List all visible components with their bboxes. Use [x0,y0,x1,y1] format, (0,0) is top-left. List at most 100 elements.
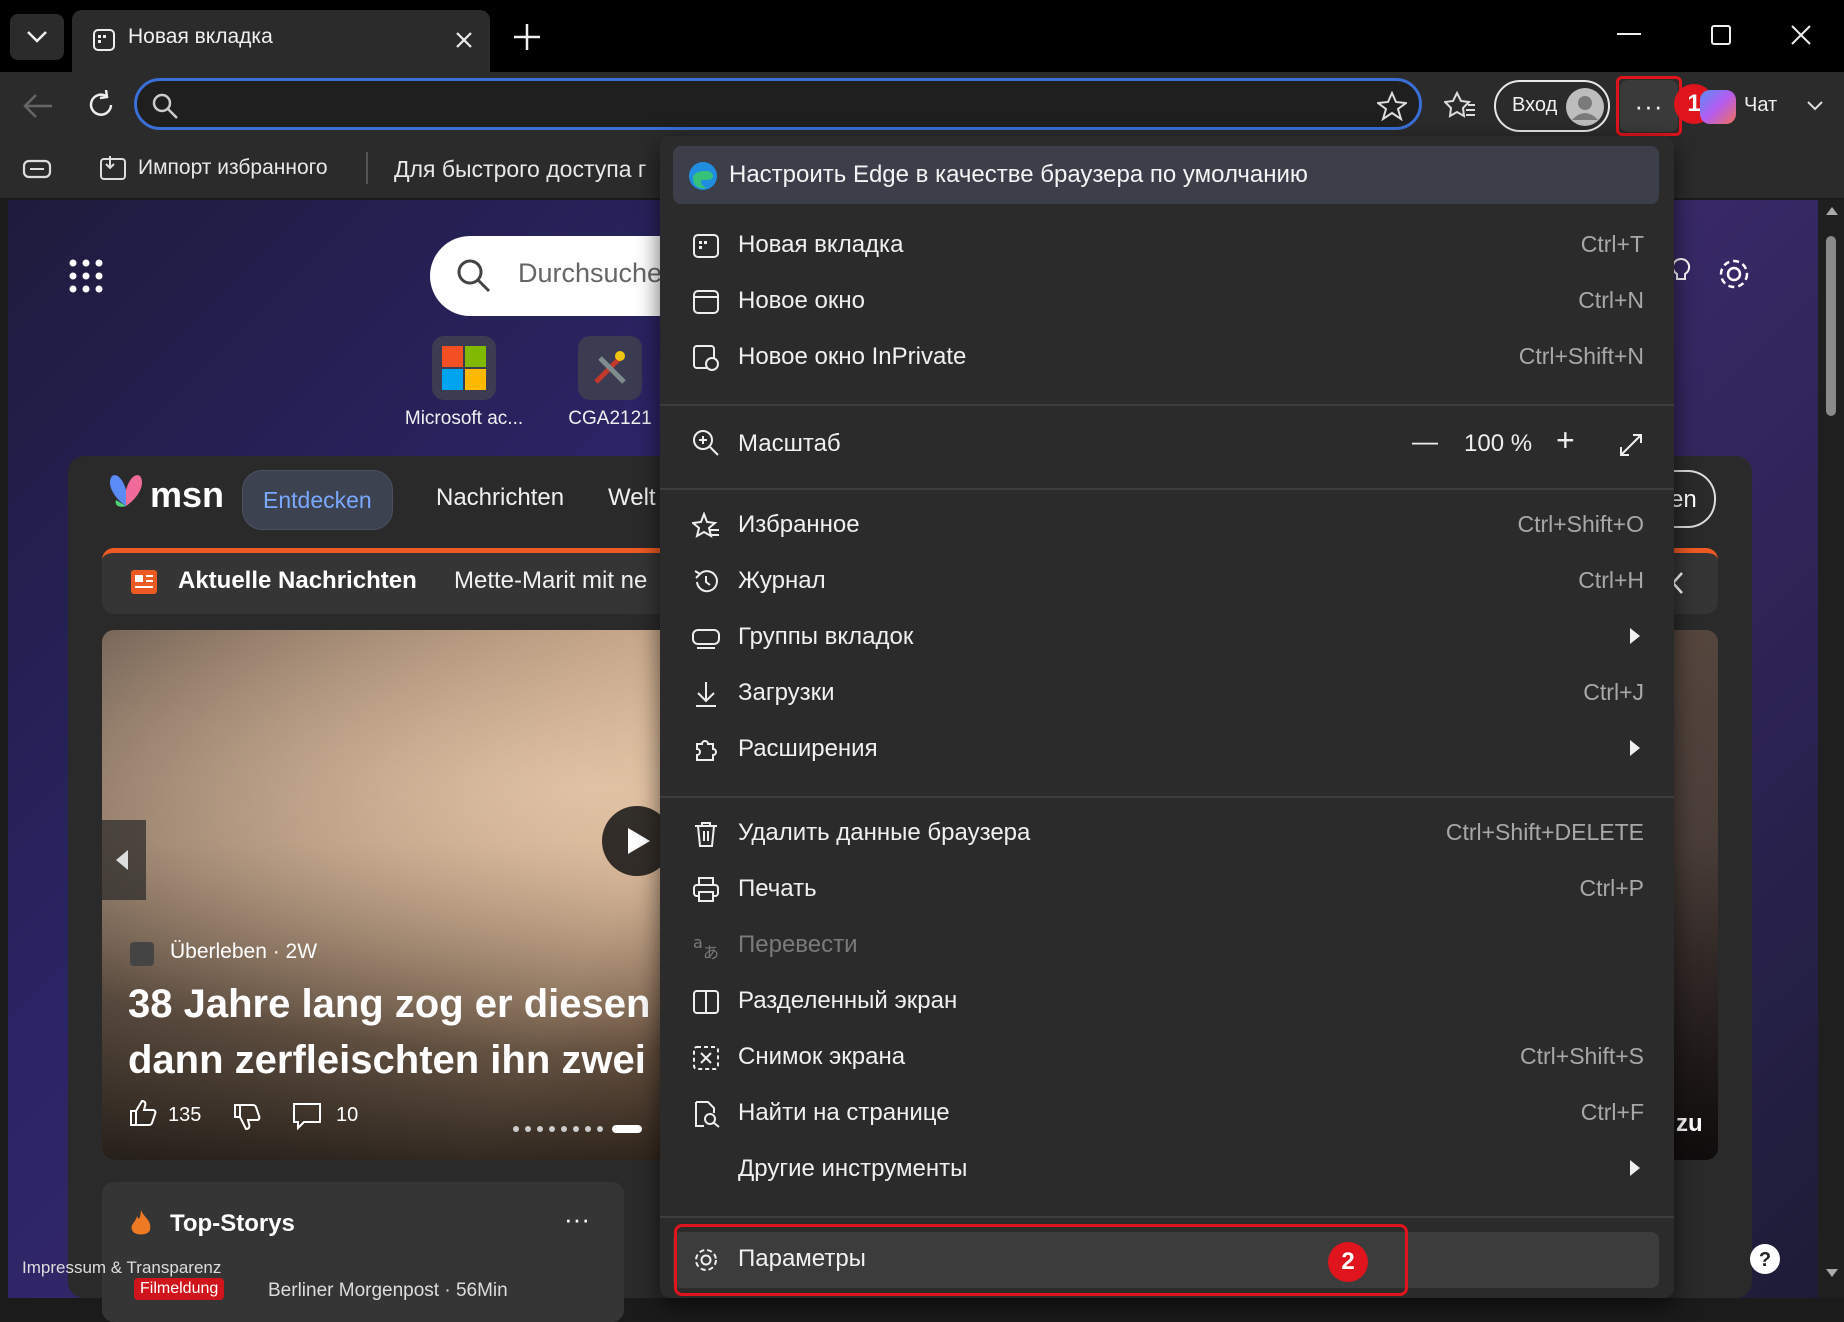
menu-item-label: Загрузки [738,679,835,706]
close-window-button[interactable] [1766,10,1836,60]
thumbs-down-icon[interactable] [232,1102,262,1132]
menu-item-new-window[interactable]: Новое окно Ctrl+N [660,274,1674,330]
help-button[interactable]: ? [1750,1244,1780,1274]
back-arrow-icon[interactable] [22,92,54,120]
history-icon [694,570,718,593]
set-default-browser-banner[interactable]: Настроить Edge в качестве браузера по ум… [673,146,1659,204]
edge-logo-icon [689,162,717,190]
tile-cga2121[interactable] [578,336,642,400]
tile-microsoft-account[interactable] [432,336,496,400]
gear-icon[interactable] [1716,256,1752,292]
new-tab-icon [93,29,115,51]
maximize-button[interactable] [1686,10,1756,60]
zoom-level: 100 % [1464,430,1533,457]
carousel-prev-button[interactable] [102,820,146,900]
translate-icon: aあ [693,933,719,960]
menu-item-find-on-page[interactable]: Найти на странице Ctrl+F [660,1086,1674,1142]
tab-active[interactable]: Новая вкладка [72,10,490,72]
menu-item-history[interactable]: Журнал Ctrl+H [660,554,1674,610]
menu-separator [660,796,1674,798]
scroll-down-icon[interactable] [1825,1268,1839,1278]
menu-item-split-screen[interactable]: Разделенный экран [660,974,1674,1030]
zoom-out-button[interactable]: — [1412,426,1438,457]
imprint-link[interactable]: Impressum & Transparenz [22,1258,221,1278]
msn-logo[interactable]: msn [150,474,224,516]
comment-count: 10 [336,1104,359,1126]
inprivate-icon [693,345,719,371]
news-tag-source[interactable]: Berliner Morgenpost · 56Min [268,1280,508,1302]
maximize-icon [1711,25,1731,45]
help-icon: ? [1759,1249,1771,1271]
menu-item-shortcut: Ctrl+T [1580,231,1644,257]
tab-entdecken[interactable]: Entdecken [242,470,393,530]
tab-title: Новая вкладка [128,25,273,48]
menu-item-more-tools[interactable]: Другие инструменты [660,1142,1674,1198]
favorites-icon[interactable] [1444,90,1476,122]
refresh-icon[interactable] [86,90,116,120]
source-logo [130,942,154,966]
menu-item-screenshot[interactable]: Снимок экрана Ctrl+Shift+S [660,1030,1674,1086]
find-on-page-icon [695,1101,720,1128]
fullscreen-icon[interactable] [1618,432,1644,458]
top-stories-more-button[interactable]: ··· [564,1204,590,1235]
apps-grid-icon[interactable] [68,258,104,294]
svg-text:?: ? [1759,1249,1771,1271]
avatar [1566,88,1604,126]
menu-item-tab-groups[interactable]: Группы вкладок [660,610,1674,666]
menu-item-shortcut: Ctrl+J [1583,679,1644,705]
submenu-arrow-icon [1630,1160,1640,1176]
split-screen-icon [693,990,719,1014]
scroll-thumb[interactable] [1826,236,1836,416]
favorite-star-icon[interactable] [1377,91,1407,121]
address-input[interactable] [191,87,1315,123]
tab-nachrichten[interactable]: Nachrichten [436,484,564,512]
menu-separator [660,404,1674,406]
menu-item-clear-browsing-data[interactable]: Удалить данные браузера Ctrl+Shift+DELET… [660,806,1674,862]
article-source[interactable]: Überleben · 2W [170,940,317,964]
svg-text:a: a [693,933,703,952]
minimize-button[interactable] [1594,10,1664,60]
settings-and-more-menu: Настроить Edge в качестве браузера по ум… [660,136,1674,1298]
menu-item-shortcut: Ctrl+P [1579,875,1644,901]
news-tag: Filmeldung [134,1278,225,1300]
menu-item-print[interactable]: Печать Ctrl+P [660,862,1674,918]
tab-actions-button[interactable] [10,14,64,60]
headline-line-1: 38 Jahre lang zog er diesen [128,982,651,1026]
page-scrollbar[interactable] [1818,200,1844,1298]
menu-item-label: Новая вкладка [738,231,904,258]
menu-item-new-tab[interactable]: Новая вкладка Ctrl+T [660,218,1674,274]
fire-icon [131,1210,151,1235]
menu-item-downloads[interactable]: Загрузки Ctrl+J [660,666,1674,722]
chevron-down-icon[interactable] [1806,100,1824,112]
side-card-text: zu [1676,1110,1703,1137]
news-ticker[interactable]: Mette-Marit mit ne [454,567,647,595]
annotation-box-1 [1616,76,1682,136]
import-icon[interactable] [98,154,130,182]
thumbs-up-icon[interactable] [128,1098,158,1128]
address-bar[interactable] [134,78,1422,130]
menu-item-favorites[interactable]: Избранное Ctrl+Shift+O [660,498,1674,554]
microsoft-logo-icon [442,346,486,390]
menu-item-new-inprivate-window[interactable]: Новое окно InPrivate Ctrl+Shift+N [660,330,1674,386]
menu-item-label: Разделенный экран [738,987,958,1014]
carousel-dots[interactable] [512,1124,662,1133]
comment-icon[interactable] [292,1102,322,1130]
download-icon [696,682,716,707]
tile-label: CGA2121 [568,408,652,429]
chat-label[interactable]: Чат [1744,94,1777,117]
minimize-icon [1617,33,1641,35]
collections-icon[interactable] [22,156,52,182]
chevron-down-icon [27,31,47,43]
menu-item-extensions[interactable]: Расширения [660,722,1674,778]
import-favorites-link[interactable]: Импорт избранного [138,156,328,180]
article-headline[interactable]: 38 Jahre lang zog er diesen dann zerflei… [128,976,688,1088]
copilot-icon[interactable] [1700,90,1736,124]
sign-in-button[interactable]: Вход [1494,80,1610,132]
scroll-up-icon[interactable] [1825,206,1839,216]
close-icon[interactable] [454,30,474,50]
tab-welt[interactable]: Welt [608,484,656,512]
menu-item-shortcut: Ctrl+Shift+DELETE [1445,819,1644,845]
new-tab-plus-icon[interactable] [512,22,542,52]
sign-in-label: Вход [1512,94,1558,116]
zoom-in-button[interactable]: + [1556,422,1575,459]
